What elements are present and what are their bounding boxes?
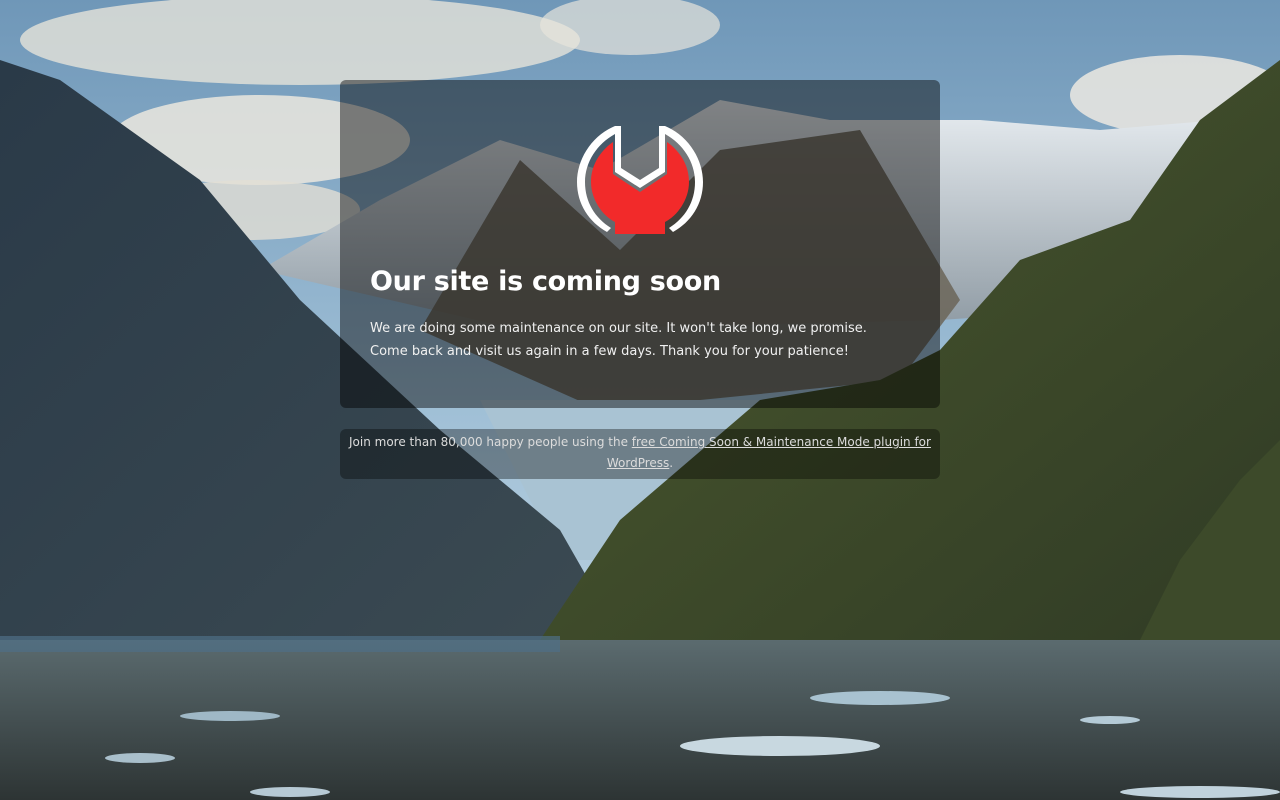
footer-credit: Join more than 80,000 happy people using… — [340, 429, 940, 479]
coming-soon-card: Our site is coming soon We are doing som… — [340, 80, 940, 408]
maintenance-message: We are doing some maintenance on our sit… — [370, 321, 867, 359]
footer-text: Join more than 80,000 happy people using… — [349, 435, 632, 449]
footer-suffix: . — [669, 456, 674, 470]
page-title: Our site is coming soon — [370, 266, 721, 297]
wrench-logo-icon — [577, 126, 703, 234]
plugin-link[interactable]: free Coming Soon & Maintenance Mode plug… — [607, 435, 931, 470]
